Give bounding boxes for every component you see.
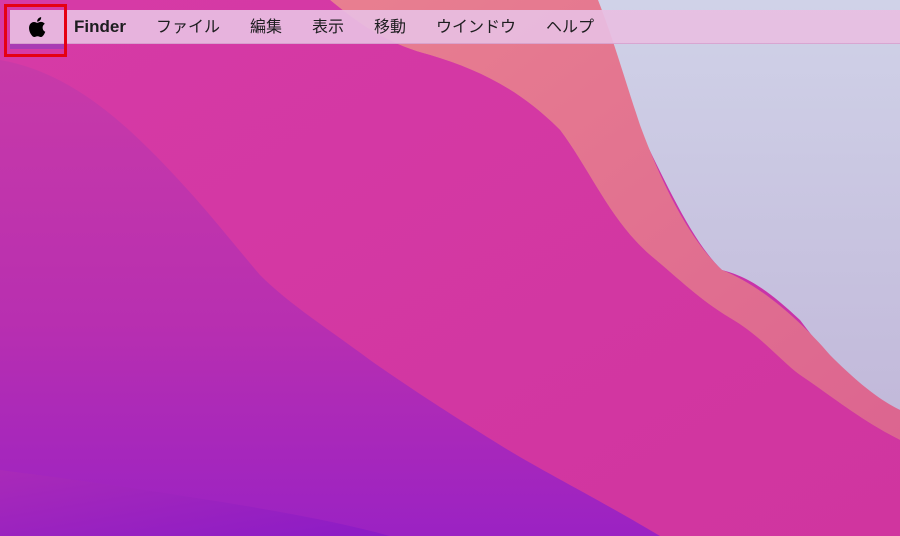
desktop-screen: Finder ファイル 編集 表示 移動 ウインドウ ヘルプ [0, 0, 900, 536]
menu-edit[interactable]: 編集 [250, 10, 282, 44]
menu-file[interactable]: ファイル [156, 10, 220, 44]
menu-app-finder[interactable]: Finder [74, 10, 126, 44]
desktop-wallpaper [0, 0, 900, 536]
apple-logo-icon [28, 16, 45, 37]
menu-window[interactable]: ウインドウ [436, 10, 516, 44]
apple-menu-selection-underline [10, 43, 64, 49]
menu-help[interactable]: ヘルプ [546, 10, 594, 44]
menu-bar: Finder ファイル 編集 表示 移動 ウインドウ ヘルプ [10, 10, 900, 49]
apple-menu-button[interactable] [10, 10, 64, 49]
menu-go[interactable]: 移動 [374, 10, 406, 44]
menu-view[interactable]: 表示 [312, 10, 344, 44]
